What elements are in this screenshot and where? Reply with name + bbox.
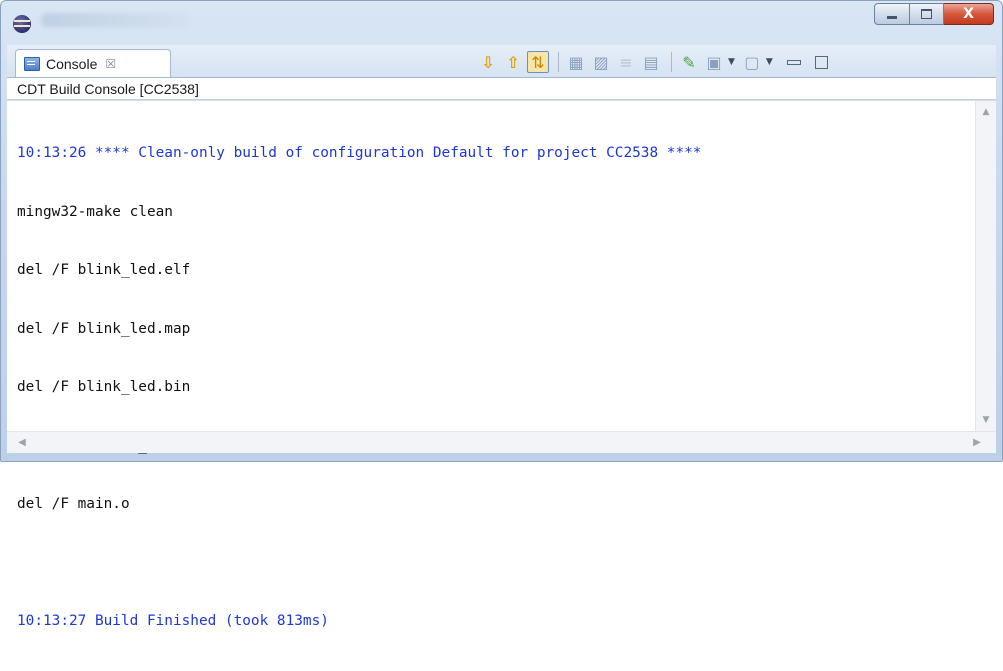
scroll-left-arrow-icon[interactable]: ◀ — [11, 432, 33, 453]
maximize-icon — [921, 9, 932, 19]
window-title — [41, 13, 191, 27]
toolbar-separator — [671, 52, 672, 72]
minimize-button[interactable] — [874, 3, 910, 25]
console-line: del /F main.o — [17, 496, 130, 512]
word-wrap-icon[interactable]: ▦ — [565, 51, 587, 73]
minimize-icon — [887, 15, 897, 19]
scroll-down-icon[interactable]: ⇩ — [477, 51, 499, 73]
close-icon: X — [963, 6, 974, 22]
console-line: del /F blink_led.elf — [17, 262, 191, 278]
scroll-down-arrow-icon[interactable]: ▼ — [976, 411, 996, 429]
scroll-up-icon[interactable]: ⇧ — [502, 51, 524, 73]
console-output[interactable]: 10:13:26 **** Clean-only build of config… — [7, 101, 996, 629]
tab-console[interactable]: Console ☒ — [15, 49, 171, 77]
show-console-icon[interactable]: ▨ — [590, 51, 612, 73]
display-console-icon[interactable]: ▣ — [703, 51, 725, 73]
tab-close-icon[interactable]: ☒ — [105, 57, 116, 71]
scroll-up-arrow-icon[interactable]: ▲ — [976, 103, 996, 121]
toolbar-separator — [558, 52, 559, 72]
pin-console-icon[interactable]: ✎ — [678, 51, 700, 73]
console-icon — [24, 56, 40, 71]
console-line: del /F blink_led.bin — [17, 379, 191, 395]
console-toolbar: ⇩ ⇧ ⇅ ▦ ▨ ≡ ▤ ✎ ▣ ▼ ▢ ▼ — [477, 51, 828, 73]
tab-label: Console — [46, 55, 98, 72]
view-tab-bar: Console ☒ ⇩ ⇧ ⇅ ▦ ▨ ≡ ▤ ✎ ▣ ▼ ▢ ▼ — [7, 45, 996, 78]
maximize-button[interactable] — [910, 3, 944, 25]
close-button[interactable]: X — [944, 3, 994, 25]
console-text[interactable]: 10:13:26 **** Clean-only build of config… — [17, 105, 968, 671]
vertical-scrollbar[interactable]: ▲ ▼ — [975, 101, 996, 431]
scroll-lock-icon[interactable]: ⇅ — [527, 51, 549, 73]
view-minimize-icon[interactable] — [786, 59, 801, 65]
remove-console-icon[interactable]: ▤ — [640, 51, 662, 73]
view-maximize-icon[interactable] — [814, 55, 828, 69]
title-bar[interactable]: X — [1, 1, 1002, 45]
chevron-down-icon[interactable]: ▼ — [728, 57, 735, 67]
console-line: 10:13:27 Build Finished (took 813ms) — [17, 613, 329, 629]
scroll-right-arrow-icon[interactable]: ▶ — [966, 432, 988, 453]
eclipse-icon[interactable] — [13, 15, 31, 33]
clear-console-icon[interactable]: ≡ — [615, 51, 637, 73]
console-line: del /F blink_led.map — [17, 320, 191, 337]
window-controls: X — [874, 3, 994, 27]
eclipse-window: X Console ☒ ⇩ ⇧ ⇅ ▦ ▨ ≡ ▤ ✎ ▣ ▼ ▢ ▼ CDT … — [0, 0, 1003, 629]
console-line: 10:13:26 **** Clean-only build of config… — [17, 145, 702, 161]
open-console-icon[interactable]: ▢ — [741, 51, 763, 73]
console-title: CDT Build Console [CC2538] — [7, 78, 996, 100]
chevron-down-icon[interactable]: ▼ — [766, 57, 773, 67]
console-line: mingw32-make clean — [17, 203, 173, 220]
horizontal-scrollbar[interactable]: ◀ ▶ — [7, 431, 996, 453]
